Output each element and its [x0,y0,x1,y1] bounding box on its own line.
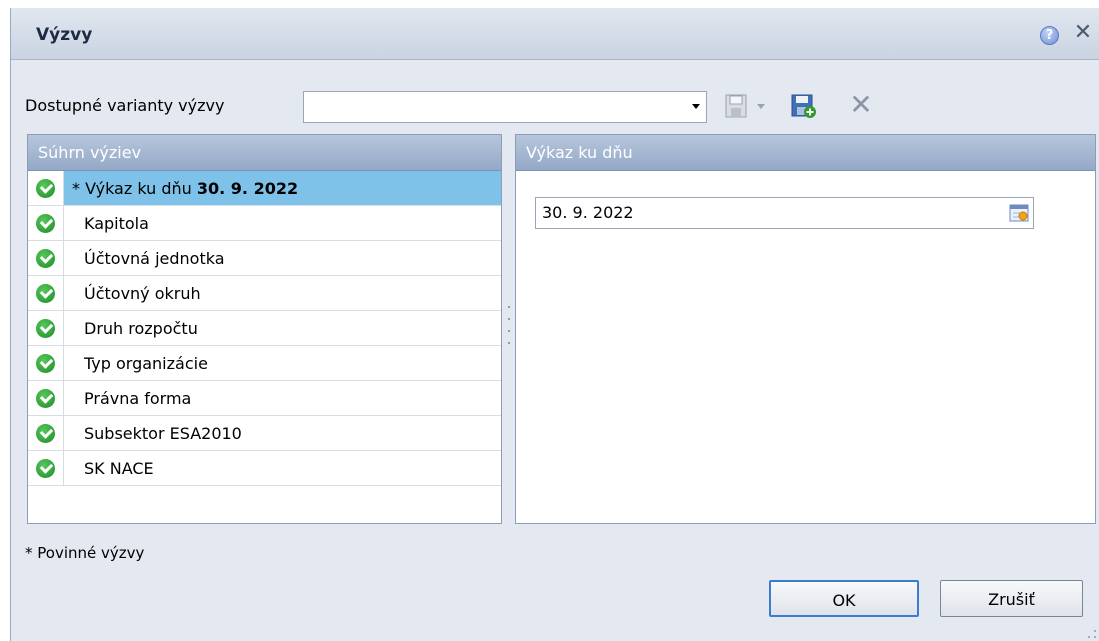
list-item-label: * Výkaz ku dňu 30. 9. 2022 [72,171,298,206]
chevron-down-icon[interactable] [692,104,700,109]
prompt-detail-header: Výkaz ku dňu [516,135,1095,171]
list-item[interactable]: Druh rozpočtu [28,311,501,346]
list-item-prefix: * Výkaz ku dňu [72,179,197,198]
prompts-dialog: Výzvy ? ✕ Dostupné varianty výzvy ✕ Súhr… [10,8,1099,641]
question-circle-icon[interactable]: ? [1040,26,1059,45]
prompts-summary-panel: Súhrn výziev * Výkaz ku dňu 30. 9. 2022 … [27,134,502,524]
cancel-button[interactable]: Zrušiť [940,580,1083,617]
check-icon [36,319,55,338]
check-icon [36,179,55,198]
check-icon [36,389,55,408]
calendar-icon[interactable] [1009,204,1029,222]
list-item[interactable]: * Výkaz ku dňu 30. 9. 2022 [28,171,501,206]
background-window-strip [0,0,1099,8]
list-item-label: Kapitola [84,214,149,233]
list-item-label: Druh rozpočtu [84,319,198,338]
list-item-label: SK NACE [84,459,154,478]
dialog-title: Výzvy [36,25,93,45]
prompts-list: * Výkaz ku dňu 30. 9. 2022 Kapitola Účto… [28,171,501,486]
save-icon[interactable] [725,93,747,119]
check-icon [36,284,55,303]
variant-dropdown[interactable] [303,91,707,123]
list-item[interactable]: Typ organizácie [28,346,501,381]
list-item-label: Účtovná jednotka [84,249,225,268]
required-prompts-note: * Povinné výzvy [25,544,145,562]
prompt-detail-panel: Výkaz ku dňu 30. 9. 2022 [515,134,1096,524]
list-item[interactable]: Účtovný okruh [28,276,501,311]
ok-button[interactable]: OK [769,580,919,617]
variant-label: Dostupné varianty výzvy [25,96,225,115]
resize-grip-icon[interactable] [1087,629,1097,639]
list-item-label: Účtovný okruh [84,284,201,303]
list-item[interactable]: Právna forma [28,381,501,416]
check-icon [36,249,55,268]
list-item[interactable]: Účtovná jednotka [28,241,501,276]
list-item-label: Právna forma [84,389,192,408]
list-item-label: Subsektor ESA2010 [84,424,242,443]
prompts-summary-header: Súhrn výziev [28,135,501,171]
list-item[interactable]: Subsektor ESA2010 [28,416,501,451]
list-item[interactable]: Kapitola [28,206,501,241]
list-item[interactable]: SK NACE [28,451,501,486]
panel-splitter[interactable] [507,304,511,354]
date-field[interactable]: 30. 9. 2022 [535,197,1034,229]
list-item-value: 30. 9. 2022 [196,179,299,198]
list-item-label: Typ organizácie [84,354,208,373]
check-icon [36,459,55,478]
check-icon [36,354,55,373]
check-icon [36,424,55,443]
check-icon [36,214,55,233]
chevron-down-icon[interactable] [757,104,765,109]
close-icon[interactable]: ✕ [1072,21,1094,45]
save-as-icon[interactable] [791,93,817,119]
date-value: 30. 9. 2022 [542,203,634,222]
delete-icon[interactable]: ✕ [847,90,875,120]
dialog-titlebar: Výzvy ? ✕ [11,8,1099,60]
